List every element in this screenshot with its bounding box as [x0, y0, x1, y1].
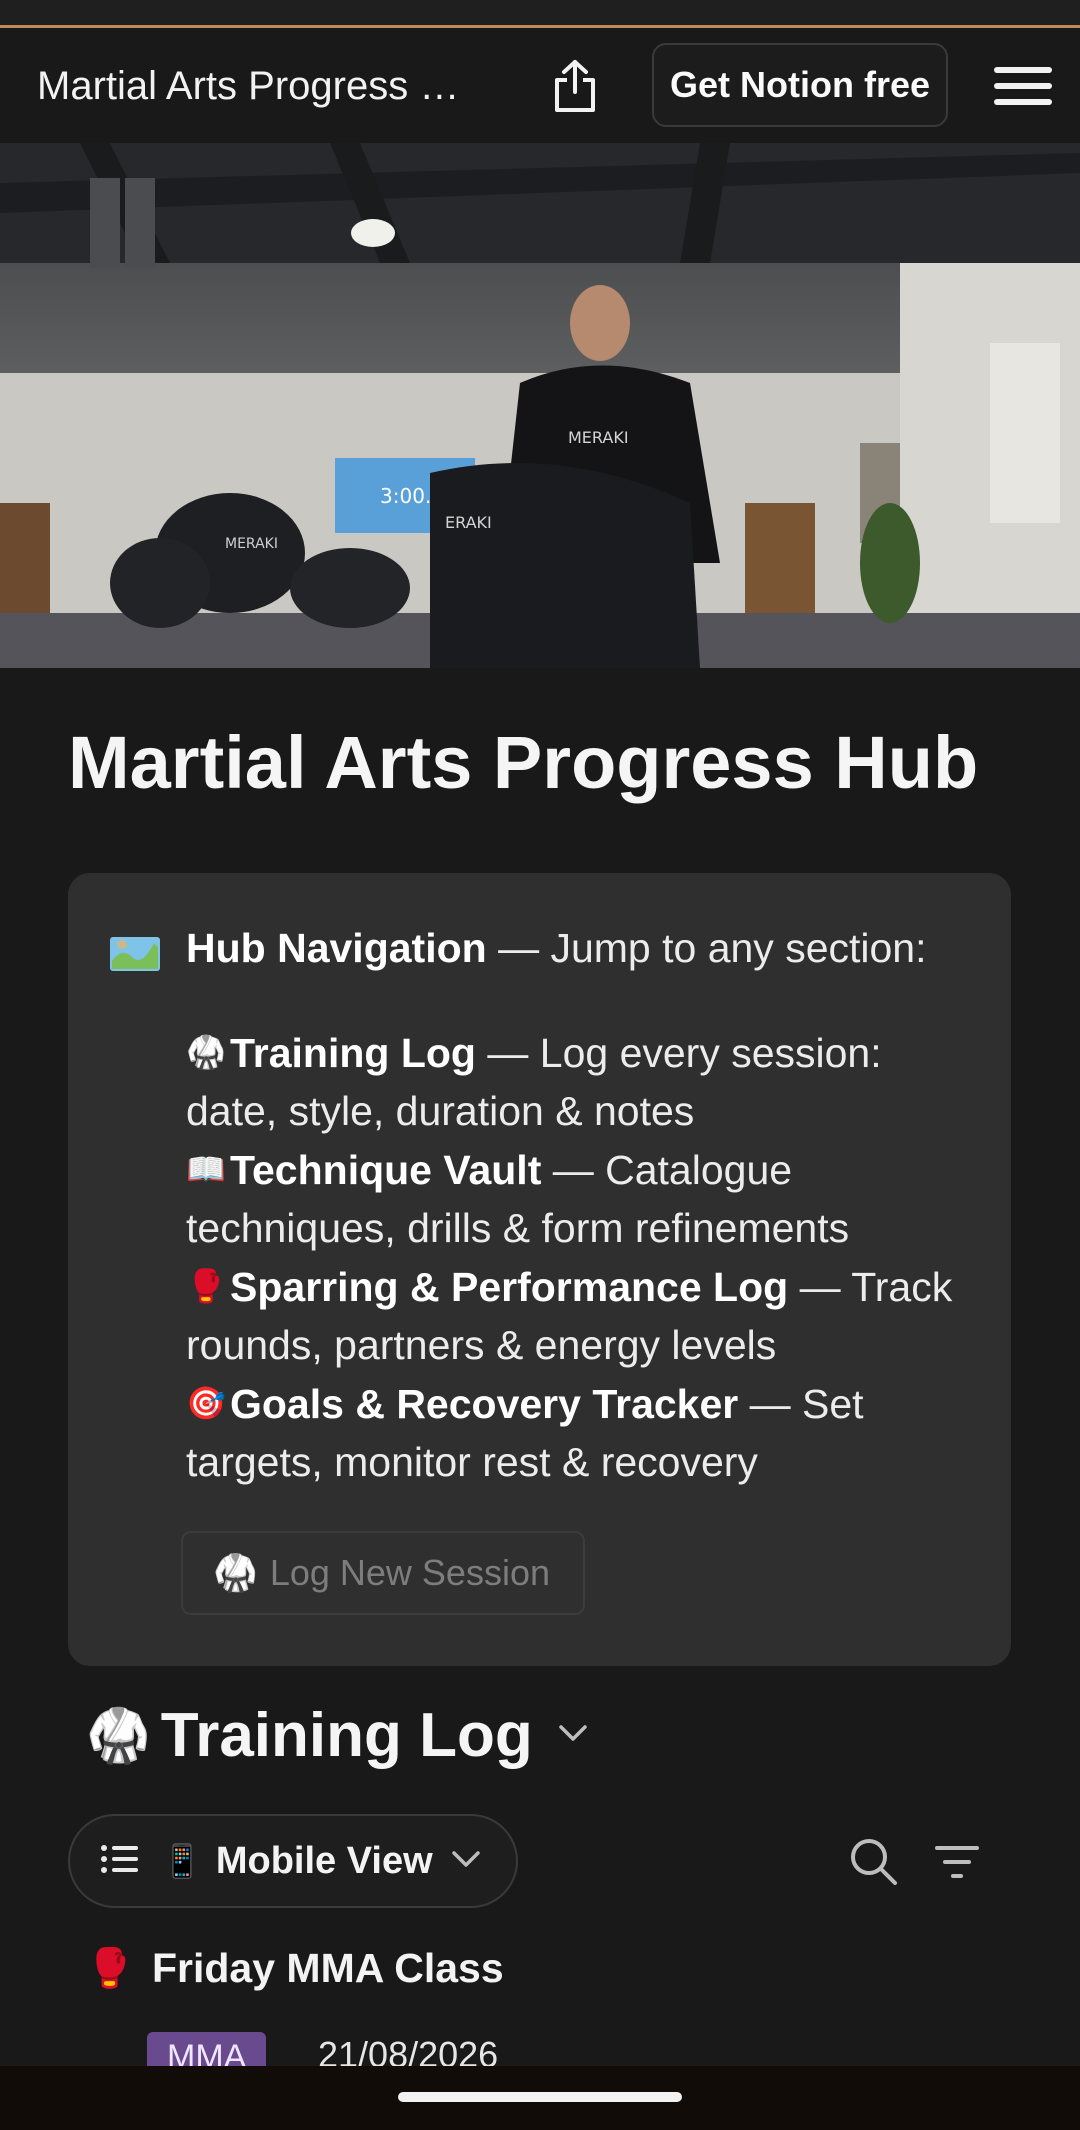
- open-book-icon: 📖: [186, 1151, 226, 1187]
- mobile-phone-icon: 📱: [162, 1843, 202, 1879]
- home-gesture-handle[interactable]: [398, 2092, 682, 2102]
- nav-item-technique-vault[interactable]: 📖 Technique Vault — Catalogue techniques,…: [186, 1140, 976, 1257]
- chevron-down-icon: [451, 1850, 481, 1873]
- target-icon: 🎯: [186, 1385, 226, 1421]
- log-new-session-button[interactable]: 🥋 Log New Session: [181, 1531, 585, 1615]
- system-navigation-bar: [0, 2066, 1080, 2130]
- search-icon[interactable]: [848, 1836, 900, 1888]
- nav-item-label: Sparring & Performance Log: [230, 1264, 789, 1310]
- nav-item-label: Technique Vault: [230, 1147, 542, 1193]
- list-item-title: Friday MMA Class: [152, 1945, 504, 1991]
- svg-text:MERAKI: MERAKI: [568, 428, 629, 447]
- nav-item-training-log[interactable]: 🥋 Training Log — Log every session: date,…: [186, 1023, 976, 1140]
- hub-navigation-callout: Hub Navigation — Jump to any section: 🥋 T…: [68, 873, 1011, 1666]
- nav-item-goals-recovery[interactable]: 🎯 Goals & Recovery Tracker — Set targets,…: [186, 1374, 976, 1491]
- share-icon[interactable]: [545, 51, 605, 121]
- nav-item-sparring-log[interactable]: 🥊 Sparring & Performance Log — Track roun…: [186, 1257, 976, 1374]
- database-title[interactable]: 🥋 Training Log: [86, 1700, 589, 1771]
- martial-arts-uniform-icon: 🥋: [186, 1034, 226, 1070]
- callout-heading-rest: — Jump to any section:: [486, 925, 927, 971]
- filter-icon[interactable]: [933, 1840, 981, 1884]
- boxing-glove-icon: 🥊: [186, 1268, 226, 1304]
- status-bar: [0, 0, 1080, 28]
- list-item[interactable]: 🥊 Friday MMA Class: [86, 1945, 504, 1992]
- svg-text:MERAKI: MERAKI: [225, 536, 278, 552]
- hub-nav-list: 🥋 Training Log — Log every session: date,…: [186, 1023, 976, 1491]
- hamburger-menu-icon[interactable]: [990, 61, 1056, 111]
- callout-heading-bold: Hub Navigation: [186, 925, 487, 971]
- log-new-session-label: Log New Session: [269, 1552, 550, 1593]
- nav-item-label: Goals & Recovery Tracker: [230, 1381, 739, 1427]
- map-icon: [108, 933, 162, 973]
- document-title[interactable]: Martial Arts Progress Hub: [37, 59, 487, 113]
- svg-text:ERAKI: ERAKI: [445, 513, 492, 532]
- martial-arts-uniform-icon: 🥋: [86, 1707, 151, 1765]
- view-label: Mobile View: [215, 1839, 433, 1882]
- nav-item-label: Training Log: [230, 1030, 476, 1076]
- boxing-glove-icon: 🥊: [86, 1947, 134, 1990]
- list-view-icon: [100, 1843, 140, 1880]
- page-title: Martial Arts Progress Hub: [68, 721, 979, 804]
- top-app-bar: Martial Arts Progress Hub Get Notion fre…: [0, 31, 1080, 143]
- martial-arts-uniform-icon: 🥋: [213, 1552, 258, 1593]
- callout-heading: Hub Navigation — Jump to any section:: [186, 925, 927, 972]
- get-notion-free-button[interactable]: Get Notion free: [652, 43, 948, 127]
- database-title-text: Training Log: [160, 1701, 533, 1770]
- view-switcher[interactable]: 📱 Mobile View: [68, 1814, 518, 1908]
- chevron-down-icon[interactable]: [557, 1723, 589, 1748]
- cover-image: 3:00.0 MERAKI MERAKI ERAKI: [0, 143, 1080, 668]
